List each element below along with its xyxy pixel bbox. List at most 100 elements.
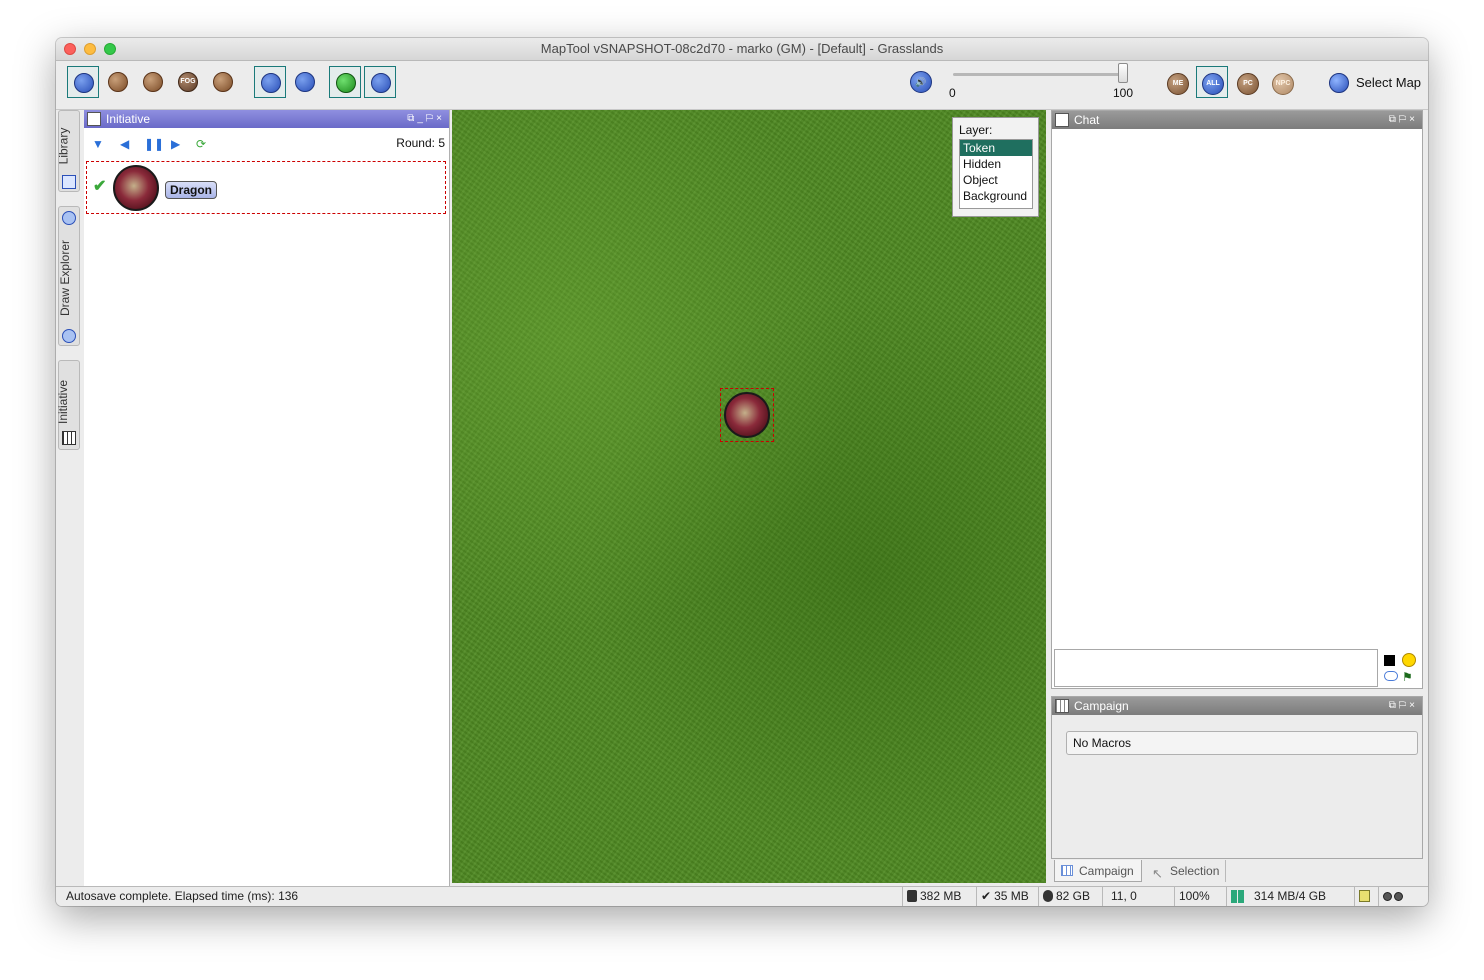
layer-option-background[interactable]: Background	[960, 188, 1032, 204]
side-tab-strip: Library Draw Explorer Initiative	[56, 110, 84, 886]
layer-option-hidden[interactable]: Hidden	[960, 156, 1032, 172]
volume-slider-track[interactable]	[953, 73, 1125, 76]
list-icon	[87, 112, 101, 126]
campaign-title: Campaign	[1074, 699, 1129, 713]
dragon-map-token[interactable]	[724, 392, 770, 438]
speech-bubble-icon[interactable]	[1384, 671, 1398, 681]
speaker-icon: 🔊	[915, 77, 927, 87]
initiative-entry-name: Dragon	[165, 181, 217, 199]
initiative-menu-button[interactable]: ▼	[92, 137, 104, 151]
initiative-controls: ▼ ◀ ❚❚ ▶ ⟳ Round: 5	[84, 130, 449, 156]
initiative-list-icon	[62, 431, 76, 445]
pointer-icon	[261, 73, 281, 93]
status-bar: Autosave complete. Elapsed time (ms): 13…	[56, 886, 1428, 906]
globe-icon[interactable]	[1329, 73, 1349, 93]
tab-campaign-label: Campaign	[1079, 864, 1134, 878]
eye-icon	[62, 329, 76, 343]
window-title: MapTool vSNAPSHOT-08c2d70 - marko (GM) -…	[540, 41, 944, 56]
macro-tool-button[interactable]	[329, 66, 361, 98]
fog-tool-button[interactable]: FOG	[172, 66, 204, 98]
reset-round-button[interactable]: ⟳	[196, 137, 206, 151]
next-turn-button[interactable]: ▶	[171, 137, 180, 151]
map-view[interactable]: Layer: Token Hidden Object Background	[452, 110, 1046, 883]
campaign-panel: Campaign ⧉⚐× No Macros	[1051, 696, 1423, 859]
heap-usage-value: 314 MB/4 GB	[1254, 889, 1327, 903]
connection-status-icon	[1378, 887, 1428, 906]
campaign-title-bar: Campaign ⧉⚐×	[1052, 697, 1422, 715]
vision-tool-button[interactable]	[207, 66, 239, 98]
campaign-window-controls[interactable]: ⧉⚐×	[1389, 697, 1418, 715]
free-disk: 82 GB	[1038, 887, 1102, 906]
chat-title-bar: Chat ⧉⚐×	[1052, 111, 1422, 129]
pencil-icon	[108, 72, 128, 92]
title-bar: MapTool vSNAPSHOT-08c2d70 - marko (GM) -…	[56, 38, 1428, 61]
tab-library[interactable]: Library	[56, 110, 80, 192]
chat-notify-icon[interactable]	[1354, 887, 1378, 906]
pin-icon: ✔	[981, 889, 992, 903]
text-color-icon[interactable]	[1384, 655, 1395, 666]
selected-token-frame	[720, 388, 774, 442]
active-checkmark-icon: ✔	[93, 178, 107, 195]
library-icon	[62, 175, 76, 189]
heap-usage[interactable]: 314 MB/4 GB	[1226, 887, 1354, 906]
no-macros-label: No Macros	[1066, 731, 1418, 755]
initiative-panel: Initiative ⧉_⚐× ▼ ◀ ❚❚ ▶ ⟳ Round: 5 ✔ Dr…	[84, 110, 450, 886]
select-map-button[interactable]: Select Map	[1356, 75, 1421, 90]
zoom-level: 100%	[1174, 887, 1226, 906]
volume-toggle-button[interactable]: 🔊	[910, 71, 932, 93]
close-window-button[interactable]	[64, 43, 76, 55]
zoom-window-button[interactable]	[104, 43, 116, 55]
layer-list: Token Hidden Object Background	[959, 139, 1033, 209]
tab-draw-explorer[interactable]: Draw Explorer	[58, 206, 80, 346]
tab-initiative[interactable]: Initiative	[56, 360, 80, 450]
edit-tool-button[interactable]	[364, 66, 396, 98]
tab-library-label: Library	[56, 127, 71, 165]
chat-title: Chat	[1074, 113, 1100, 127]
template-tool-button[interactable]	[137, 66, 169, 98]
smiley-icon[interactable]	[1402, 653, 1416, 667]
previous-turn-button[interactable]: ◀	[120, 137, 129, 151]
disk-icon	[1043, 890, 1053, 902]
template-icon	[143, 72, 163, 92]
chat-window-controls[interactable]: ⧉⚐×	[1389, 111, 1418, 129]
tab-selection-label: Selection	[1170, 864, 1220, 878]
view-pc-button[interactable]: PC	[1237, 73, 1259, 95]
tab-selection[interactable]: ↖ Selection	[1146, 860, 1226, 882]
view-npc-button[interactable]: NPC	[1272, 73, 1294, 95]
memory-icon	[907, 890, 917, 902]
asset-cache-value: 35 MB	[994, 889, 1029, 903]
pointer-tool-button[interactable]	[67, 66, 99, 98]
minimize-window-button[interactable]	[84, 43, 96, 55]
status-message: Autosave complete. Elapsed time (ms): 13…	[66, 889, 299, 903]
tab-draw-explorer-label: Draw Explorer	[58, 239, 73, 317]
token-icon	[336, 73, 356, 93]
select-tool-button[interactable]	[254, 66, 286, 98]
tab-campaign[interactable]: Campaign	[1054, 860, 1142, 882]
free-disk-value: 82 GB	[1056, 889, 1091, 903]
view-me-button[interactable]: ME	[1167, 73, 1189, 95]
memory-usage-value: 382 MB	[920, 889, 962, 903]
layer-option-object[interactable]: Object	[960, 172, 1032, 188]
initiative-title: Initiative	[106, 112, 151, 126]
layer-label: Layer:	[959, 123, 993, 137]
flag-icon[interactable]: ⚑	[1402, 671, 1416, 683]
volume-max-label: 100	[1113, 86, 1134, 100]
round-counter: Round: 5	[396, 136, 445, 150]
volume-min-label: 0	[949, 86, 956, 100]
initiative-title-bar: Initiative ⧉_⚐×	[84, 110, 449, 128]
grid-icon	[1061, 865, 1073, 876]
layer-option-token[interactable]: Token	[960, 140, 1032, 156]
view-all-button[interactable]: ALL	[1202, 73, 1224, 95]
pause-button[interactable]: ❚❚	[144, 137, 164, 151]
measure-tool-button[interactable]	[289, 66, 321, 98]
layer-selector: Layer: Token Hidden Object Background	[952, 117, 1039, 217]
fog-icon: FOG	[178, 72, 198, 92]
initiative-entry[interactable]: ✔ Dragon	[86, 161, 446, 214]
chat-input[interactable]	[1054, 649, 1378, 687]
volume-slider-thumb[interactable]	[1118, 63, 1128, 83]
panel-window-controls[interactable]: ⧉_⚐×	[407, 110, 445, 128]
chart-icon	[295, 72, 315, 92]
draw-tool-button[interactable]	[102, 66, 134, 98]
maptool-window: MapTool vSNAPSHOT-08c2d70 - marko (GM) -…	[56, 38, 1428, 906]
draw-explorer-icon	[62, 211, 76, 225]
